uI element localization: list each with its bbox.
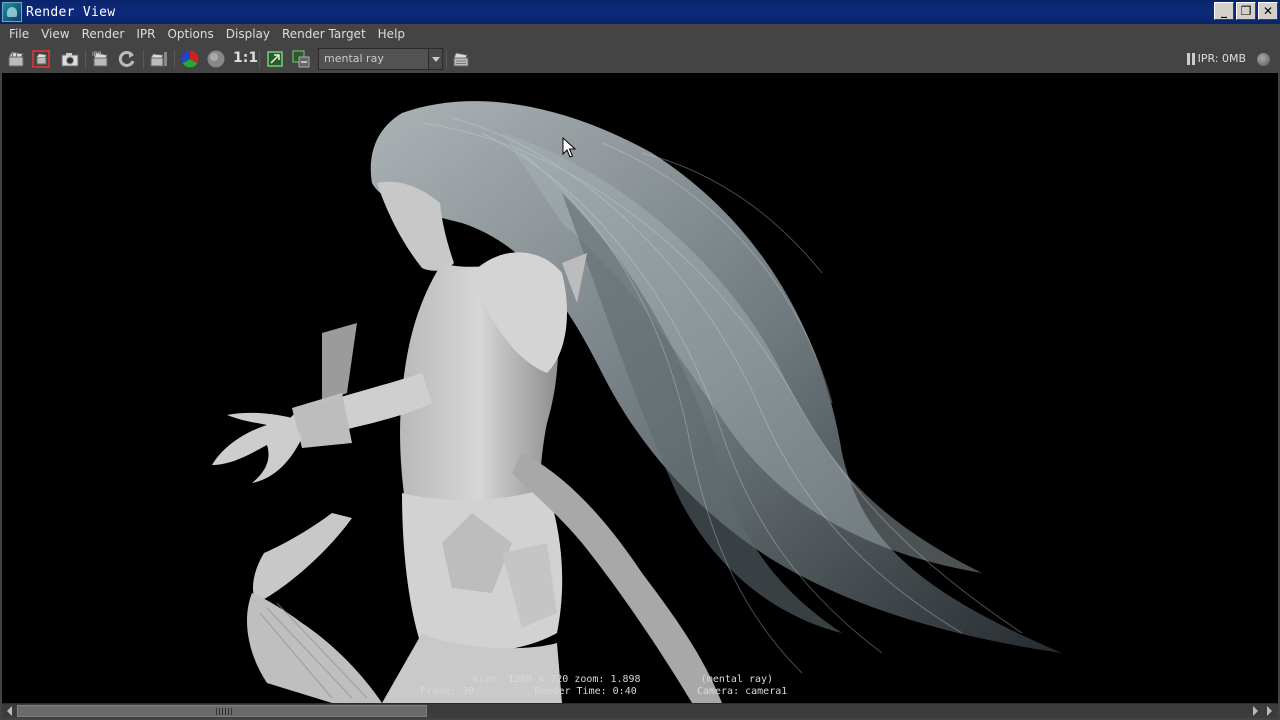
- render-viewport[interactable]: size: 1280 x 720 zoom: 1.898 (mental ray…: [2, 73, 1278, 703]
- title-bar: Render View _ ❐ ✕: [0, 0, 1280, 24]
- ipr-memory-status: IPR: 0MB: [1197, 52, 1246, 65]
- menu-ipr[interactable]: IPR: [130, 24, 161, 45]
- remove-image-icon[interactable]: [291, 49, 311, 69]
- close-button[interactable]: ✕: [1258, 2, 1278, 20]
- toolbar-separator: [446, 50, 447, 68]
- window-title: Render View: [26, 4, 116, 20]
- render-info-size-line: size: 1280 x 720 zoom: 1.898 (mental ray…: [472, 674, 774, 685]
- mouse-cursor-icon: [562, 137, 576, 158]
- restore-button[interactable]: ❐: [1236, 2, 1256, 20]
- clapboard-icon[interactable]: [6, 49, 26, 69]
- ipr-status-light-icon: [1257, 53, 1270, 66]
- render-sequence-icon[interactable]: [149, 49, 169, 69]
- rendered-image: [212, 101, 1062, 703]
- ipr-render-icon[interactable]: IPR: [91, 49, 111, 69]
- window-controls: _ ❐ ✕: [1214, 2, 1278, 20]
- toolbar: IPR 1:1 mental ray IPR: 0MB: [0, 45, 1280, 73]
- render-info-frame-line: Frame: 39 Render Time: 0:40 Camera: came…: [420, 686, 788, 697]
- minimize-button[interactable]: _: [1214, 2, 1234, 20]
- keep-image-icon[interactable]: [265, 49, 285, 69]
- menu-options[interactable]: Options: [161, 24, 219, 45]
- render-region-icon[interactable]: [31, 49, 51, 69]
- maya-app-icon: [2, 2, 22, 22]
- scroll-thumb[interactable]: [17, 705, 427, 717]
- menu-render[interactable]: Render: [76, 24, 131, 45]
- refresh-icon[interactable]: [117, 49, 137, 69]
- one-to-one-button[interactable]: 1:1: [233, 50, 258, 66]
- menu-display[interactable]: Display: [220, 24, 276, 45]
- menu-render-target[interactable]: Render Target: [276, 24, 372, 45]
- menu-view[interactable]: View: [35, 24, 75, 45]
- alpha-channel-icon[interactable]: [206, 49, 226, 69]
- menu-bar: File View Render IPR Options Display Ren…: [0, 24, 1280, 45]
- scroll-right-icon[interactable]: [1253, 706, 1258, 716]
- renderer-dropdown[interactable]: mental ray: [318, 48, 443, 70]
- svg-text:IPR: IPR: [92, 51, 102, 58]
- camera-snapshot-icon[interactable]: [60, 49, 80, 69]
- pause-icon[interactable]: [1186, 53, 1196, 65]
- scroll-left-icon[interactable]: [7, 706, 12, 716]
- rgb-channels-icon[interactable]: [180, 49, 200, 69]
- scroll-end-icon[interactable]: [1267, 706, 1272, 716]
- render-settings-icon[interactable]: [451, 49, 471, 69]
- chevron-down-icon: [428, 49, 442, 69]
- renderer-value: mental ray: [324, 52, 384, 65]
- menu-help[interactable]: Help: [372, 24, 411, 45]
- toolbar-separator: [174, 50, 175, 68]
- toolbar-separator: [143, 50, 144, 68]
- menu-file[interactable]: File: [3, 24, 35, 45]
- toolbar-separator: [259, 50, 260, 68]
- grip-icon: [216, 708, 234, 715]
- toolbar-separator: [85, 50, 86, 68]
- horizontal-scrollbar[interactable]: [2, 703, 1278, 718]
